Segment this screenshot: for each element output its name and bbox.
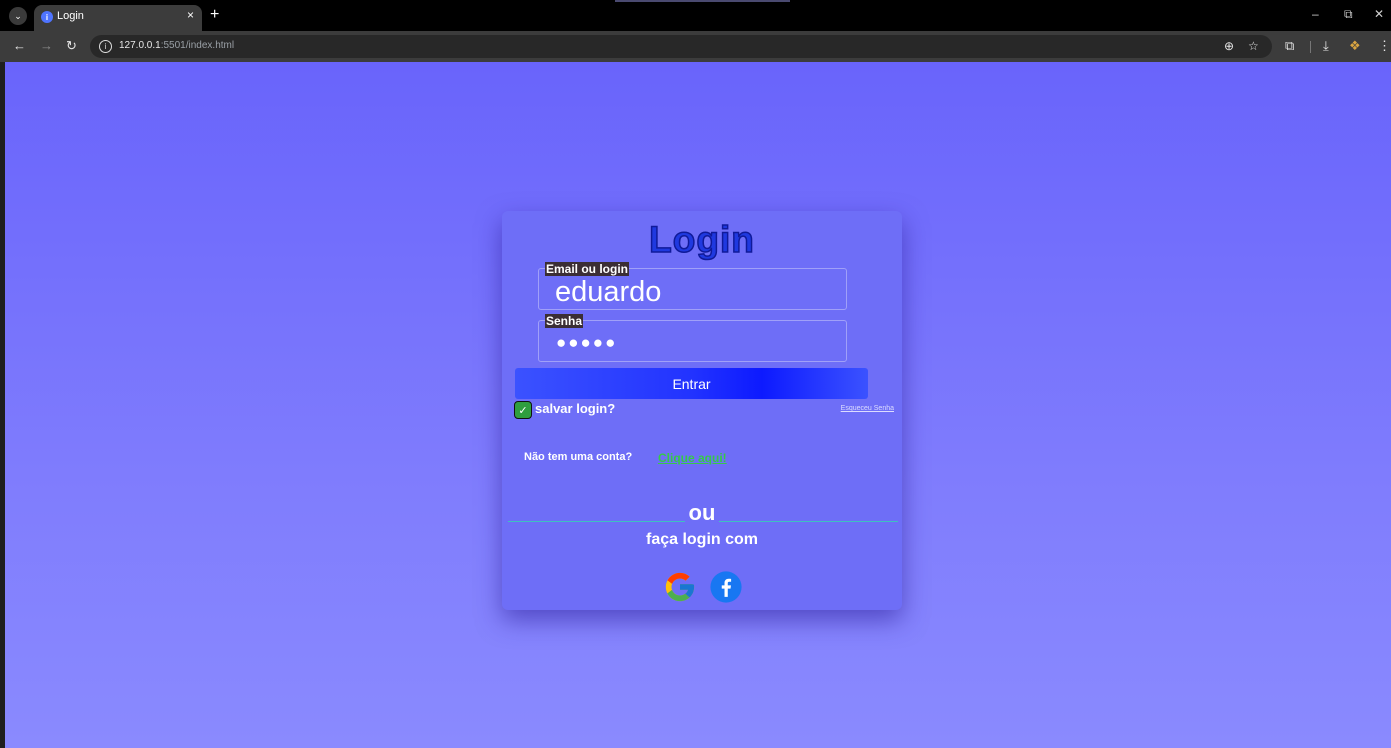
- profile-avatar-icon[interactable]: ❖: [1349, 38, 1361, 54]
- password-input-value[interactable]: ●●●●●: [556, 333, 617, 353]
- user-favicon-icon: i: [41, 11, 53, 23]
- remember-label[interactable]: salvar login?: [535, 401, 615, 416]
- facebook-icon[interactable]: [709, 570, 743, 604]
- or-text: ou: [684, 500, 720, 525]
- url-host: 127.0.0.1: [119, 40, 161, 51]
- remember-checkbox[interactable]: ✓: [514, 401, 532, 419]
- browser-toolbar: ← → ↻ i 127.0.0.1:5501/index.html ⊕ ☆ ⧉ …: [0, 31, 1391, 62]
- address-bar[interactable]: i 127.0.0.1:5501/index.html ⊕ ☆: [90, 35, 1272, 58]
- tab-search-button[interactable]: ⌄: [9, 7, 27, 25]
- download-icon[interactable]: ⤓: [1323, 38, 1329, 54]
- reload-icon[interactable]: ↻: [66, 38, 77, 54]
- extensions-icon[interactable]: ⧉: [1285, 38, 1294, 54]
- no-account-text: Não tem uma conta?: [524, 451, 633, 463]
- browser-tab-strip: ⌄ i Login × + – ⧉ ✕: [0, 0, 1391, 31]
- login-card: Login Email ou login eduardo Senha ●●●●●…: [502, 211, 902, 610]
- email-label: Email ou login: [545, 262, 630, 276]
- zoom-icon[interactable]: ⊕: [1224, 39, 1234, 53]
- page-background: Login Email ou login eduardo Senha ●●●●●…: [5, 62, 1391, 748]
- url-path: :5501/index.html: [160, 40, 235, 51]
- password-field[interactable]: Senha ●●●●●: [538, 314, 847, 362]
- checkmark-icon: ✓: [518, 404, 528, 417]
- restore-button[interactable]: ⧉: [1344, 7, 1353, 22]
- forward-icon[interactable]: →: [40, 38, 53, 53]
- tab-close-icon[interactable]: ×: [187, 8, 194, 22]
- url-text[interactable]: 127.0.0.1:5501/index.html: [119, 40, 234, 51]
- google-icon[interactable]: [663, 570, 697, 604]
- page-title: Login: [648, 218, 755, 261]
- site-info-icon[interactable]: i: [99, 40, 112, 53]
- back-icon[interactable]: ←: [13, 38, 26, 53]
- bookmark-star-icon[interactable]: ☆: [1248, 39, 1259, 53]
- signup-link[interactable]: Clique aqui!: [658, 451, 727, 465]
- close-window-button[interactable]: ✕: [1374, 7, 1384, 21]
- email-input-value[interactable]: eduardo: [555, 276, 661, 309]
- tab-title: Login: [57, 10, 84, 22]
- minimize-button[interactable]: –: [1312, 7, 1319, 21]
- new-tab-button[interactable]: +: [210, 6, 219, 24]
- social-login-heading: faça login com: [645, 531, 759, 548]
- submit-button[interactable]: Entrar: [515, 368, 868, 399]
- tab-login[interactable]: i Login ×: [34, 5, 202, 31]
- password-label: Senha: [545, 314, 584, 328]
- forgot-password-link[interactable]: Esqueceu Senha: [841, 405, 894, 412]
- email-field[interactable]: Email ou login eduardo: [538, 262, 847, 310]
- drag-region-indicator: [615, 0, 790, 2]
- toolbar-separator: [1310, 41, 1311, 53]
- or-separator: ou: [502, 500, 902, 526]
- menu-kebab-icon[interactable]: ⋮: [1378, 38, 1391, 54]
